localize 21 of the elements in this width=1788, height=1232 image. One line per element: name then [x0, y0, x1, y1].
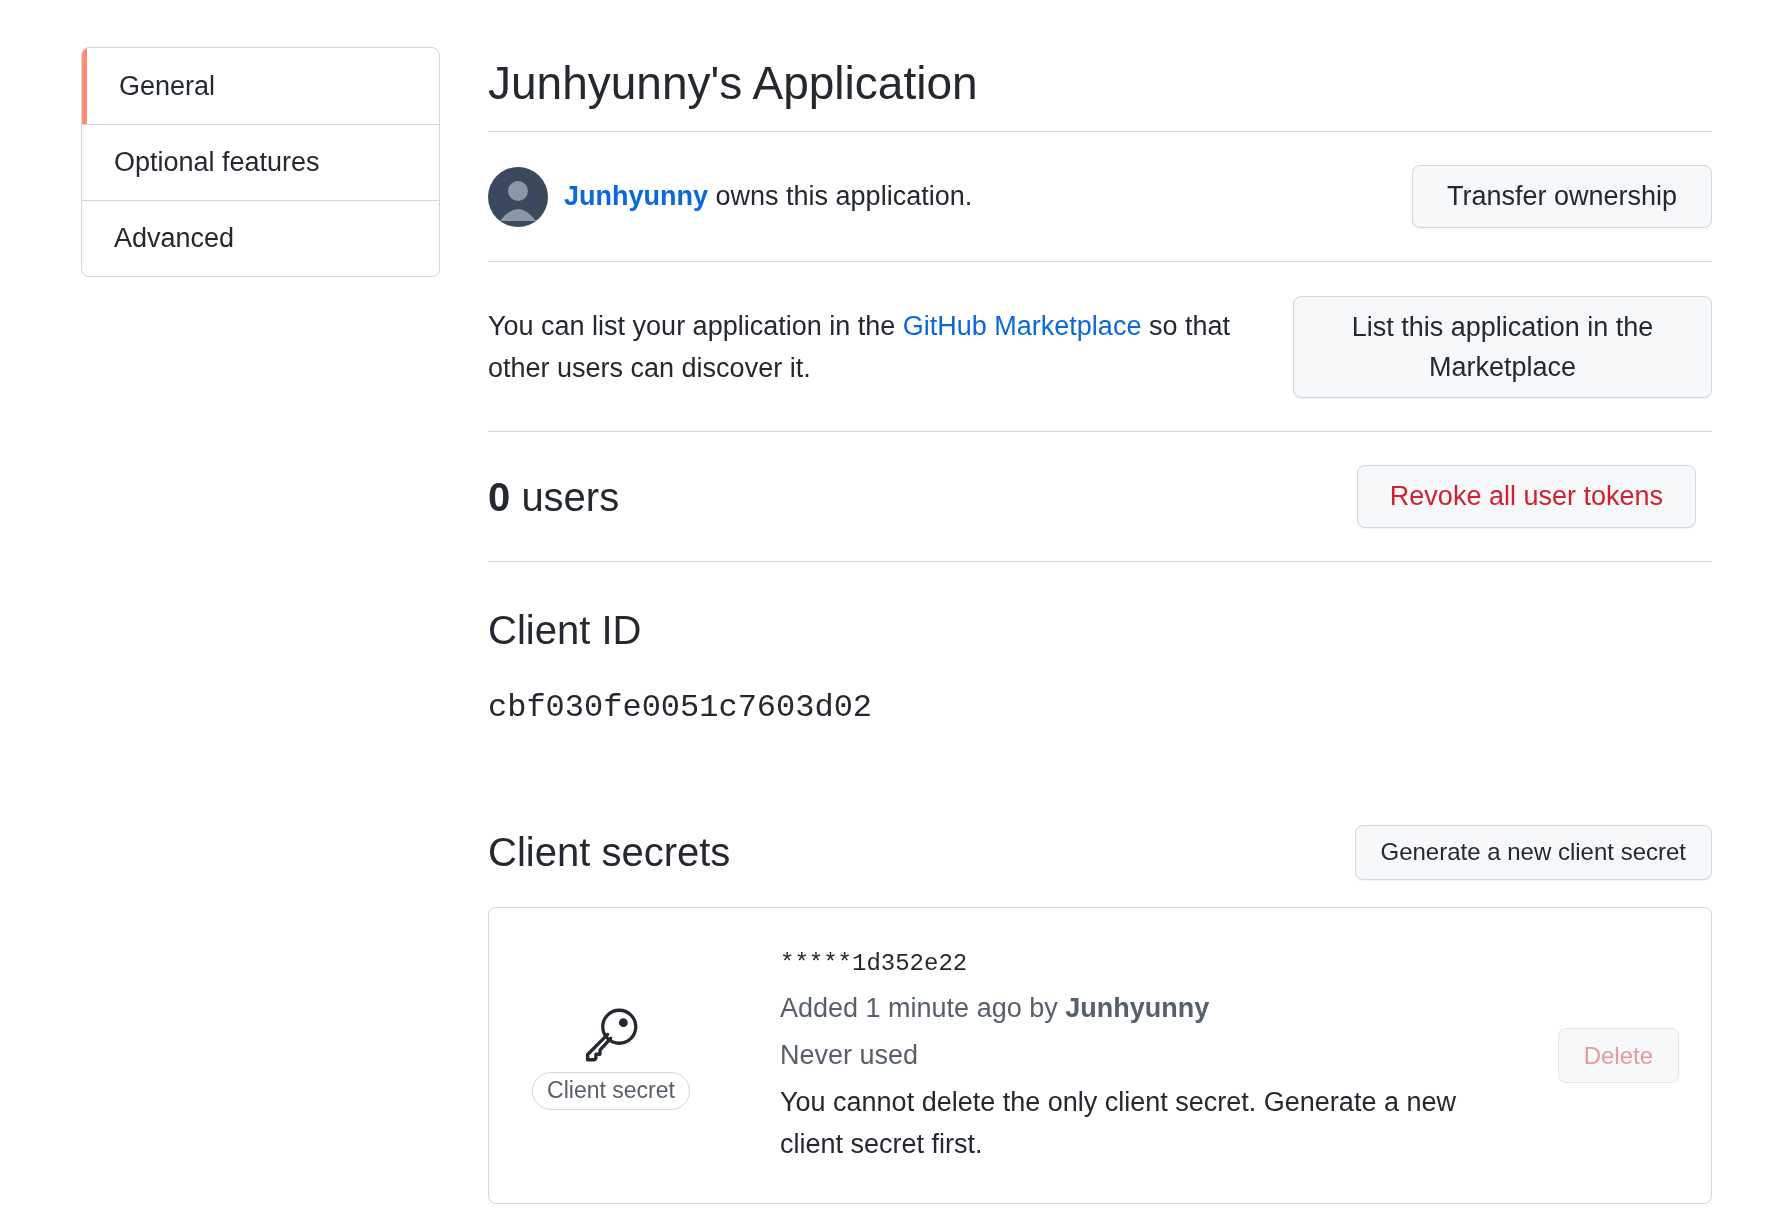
revoke-tokens-button[interactable]: Revoke all user tokens: [1356, 465, 1696, 528]
delete-note: You cannot delete the only client secret. Generate a new client secret first.: [780, 1086, 1457, 1161]
client-id-value: cbf030fe0051c7603d02: [488, 688, 874, 728]
page-title: Junhyunny's Application: [488, 47, 1712, 132]
usage-text: Never used: [780, 1038, 920, 1072]
added-text: Added 1 minute ago by Junhyunny: [780, 992, 1211, 1025]
sidebar-item[interactable]: General: [82, 48, 439, 124]
client-secrets-heading: Client secrets: [488, 829, 731, 876]
list-in-marketplace-button[interactable]: List this application in the Marketplace: [1293, 295, 1712, 398]
users-count: 0 users: [488, 473, 620, 521]
generate-secret-button[interactable]: Generate a new client secret: [1354, 824, 1712, 880]
secret-value: *****1d352e22: [780, 949, 969, 979]
marketplace-link[interactable]: GitHub Marketplace: [902, 310, 1142, 341]
owner-text: Junhyunny owns this application.: [564, 180, 973, 214]
sidebar-item[interactable]: Advanced: [82, 200, 439, 276]
transfer-ownership-button[interactable]: Transfer ownership: [1411, 165, 1712, 228]
client-id-heading: Client ID: [488, 607, 643, 654]
sidebar-item[interactable]: Optional features: [82, 124, 439, 200]
avatar: [488, 166, 548, 227]
marketplace-text: You can list your application in the GitHub Marketplace so that other users can discover it.: [488, 309, 1231, 385]
owner-link[interactable]: Junhyunny: [564, 181, 708, 212]
